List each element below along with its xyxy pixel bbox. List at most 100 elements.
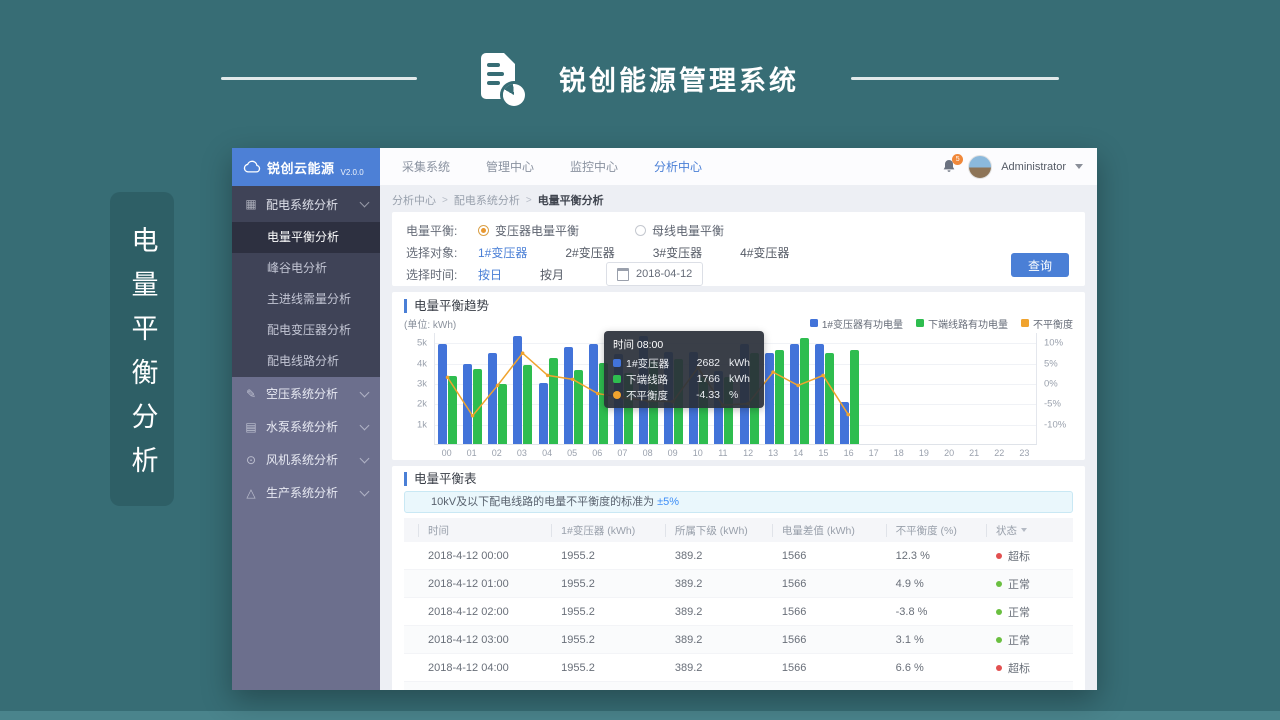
sidebar-group-1[interactable]: ▦配电系统分析 [232, 186, 380, 222]
radio-option[interactable]: 变压器电量平衡 [478, 222, 579, 239]
tooltip-marker [613, 375, 621, 383]
sidebar-group-3[interactable]: ▤水泵系统分析 [232, 410, 380, 443]
x-axis-label: 04 [538, 448, 556, 458]
sidebar-group-label: 生产系统分析 [266, 484, 338, 501]
column-header-1: 时间 [404, 518, 551, 542]
top-nav: 采集系统 管理中心 监控中心 分析中心 [402, 158, 702, 175]
sidebar-item[interactable]: 配电线路分析 [232, 346, 380, 377]
nav-item-2[interactable]: 管理中心 [486, 158, 534, 175]
date-picker[interactable]: 2018-04-12 [606, 262, 703, 286]
radio-option[interactable]: 母线电量平衡 [635, 222, 724, 239]
filter-caret-icon[interactable] [1021, 528, 1027, 532]
chart-plot[interactable]: 时间 08:00 1#变压器2682kWh下端线路1766kWh不平衡度-4.3… [434, 333, 1037, 445]
document-pen-icon [481, 53, 521, 103]
imbalance-cell: 3.1 % [886, 626, 986, 654]
warning-icon: △ [244, 486, 258, 500]
tooltip-value: 1766 [697, 373, 720, 385]
object-option[interactable]: 2#变压器 [565, 244, 614, 261]
sidebar-group-label: 配电系统分析 [266, 196, 338, 213]
diff-cell: 1566 [772, 654, 886, 682]
diff-cell: 1566 [772, 626, 886, 654]
legend-label: 不平衡度 [1033, 316, 1073, 331]
chevron-down-icon [360, 420, 370, 430]
x-axis-label: 12 [739, 448, 757, 458]
sidebar-group-4[interactable]: ⊙风机系统分析 [232, 443, 380, 476]
time-cell: 2018-4-12 02:00 [404, 598, 551, 626]
app-version: V2.0.0 [341, 168, 364, 177]
calendar-icon [617, 268, 629, 281]
status-text: 超标 [1008, 551, 1030, 563]
x-axis-label: 03 [513, 448, 531, 458]
column-header-6[interactable]: 状态 [986, 518, 1073, 542]
imbalance-cell: 6.6 % [886, 654, 986, 682]
notice-highlight: ±5% [657, 496, 679, 508]
legend-label: 1#变压器有功电量 [822, 316, 903, 331]
status-dot-icon [996, 637, 1002, 643]
breadcrumb-item[interactable]: 分析中心 [392, 192, 436, 208]
tooltip-unit: kWh [729, 373, 755, 385]
object-option[interactable]: 4#变压器 [740, 244, 789, 261]
object-option[interactable]: 3#变压器 [653, 244, 702, 261]
legend-item[interactable]: 不平衡度 [1021, 316, 1073, 331]
trend-chart-panel: 电量平衡趋势 (单位: kWh) 1#变压器有功电量下端线路有功电量不平衡度 时… [392, 292, 1085, 460]
query-button[interactable]: 查询 [1011, 253, 1069, 277]
notification-bell[interactable]: 5 [941, 158, 959, 176]
transformer-cell: 1955.2 [551, 542, 665, 570]
sidebar-group-label: 水泵系统分析 [266, 418, 338, 435]
time-option[interactable]: 按月 [540, 266, 564, 283]
column-header-text: 状态 [996, 523, 1017, 538]
status-cell: 超标 [986, 654, 1073, 682]
y-axis-tick-left: 2k [417, 399, 427, 410]
y-axis-tick-left: 4k [417, 358, 427, 369]
column-header-label: 所属下级 (kWh) [665, 524, 772, 537]
legend-swatch [1021, 319, 1029, 327]
sidebar-group-5[interactable]: △ 生产系统分析 [232, 476, 380, 509]
chevron-down-icon [360, 453, 370, 463]
object-options: 1#变压器 2#变压器 3#变压器 4#变压器 [478, 244, 827, 261]
nav-item-3[interactable]: 监控中心 [570, 158, 618, 175]
avatar[interactable] [968, 155, 992, 179]
x-axis-label: 21 [965, 448, 983, 458]
sidebar-group-label: 空压系统分析 [266, 385, 338, 402]
radio-label: 变压器电量平衡 [495, 222, 579, 239]
breadcrumb-separator: > [526, 195, 532, 206]
nav-item-4[interactable]: 分析中心 [654, 158, 702, 175]
slide-vertical-label: 电量平衡分析 [110, 192, 174, 506]
x-axis-label: 07 [613, 448, 631, 458]
balance-radio-group: 变压器电量平衡 母线电量平衡 [478, 222, 780, 239]
app-name: 锐创云能源 [267, 158, 335, 177]
main-content: 分析中心>配电系统分析>电量平衡分析 电量平衡: 变压器电量平衡母线电量平衡 选… [380, 186, 1097, 690]
x-axis-label: 01 [463, 448, 481, 458]
time-option[interactable]: 按日 [478, 266, 502, 283]
tooltip-row: 下端线路1766kWh [613, 371, 755, 387]
tooltip-marker [613, 391, 621, 399]
legend-item[interactable]: 下端线路有功电量 [916, 316, 1008, 331]
sidebar-item[interactable]: 电量平衡分析 [232, 222, 380, 253]
sidebar-group-2[interactable]: ✎空压系统分析 [232, 377, 380, 410]
imbalance-cell: 12.3 % [886, 542, 986, 570]
downstream-cell: 389.2 [665, 654, 772, 682]
downstream-cell: 389.2 [665, 682, 772, 691]
tooltip-value: -4.33 [696, 389, 720, 401]
sidebar-item[interactable]: 主进线需量分析 [232, 284, 380, 315]
user-menu-caret-icon[interactable] [1075, 164, 1083, 169]
balance-table-title: 电量平衡表 [404, 472, 1073, 486]
slide-header: 锐创能源管理系统 [0, 42, 1280, 114]
radio-icon [635, 225, 646, 236]
nav-item-1[interactable]: 采集系统 [402, 158, 450, 175]
sidebar-item[interactable]: 配电变压器分析 [232, 315, 380, 346]
column-header-text: 时间 [428, 523, 449, 538]
column-header-5: 不平衡度 (%) [886, 518, 986, 542]
x-axis-label: 15 [814, 448, 832, 458]
status-dot-icon [996, 609, 1002, 615]
sidebar-item[interactable]: 峰谷电分析 [232, 253, 380, 284]
tooltip-value: 2682 [697, 357, 720, 369]
y-axis-tick-right: 5% [1044, 358, 1058, 369]
imbalance-cell: 0.9 % [886, 682, 986, 691]
legend-item[interactable]: 1#变压器有功电量 [810, 316, 903, 331]
object-option[interactable]: 1#变压器 [478, 244, 527, 261]
table-row: 2018-4-12 01:001955.2389.215664.9 %正常 [404, 570, 1073, 598]
balance-table: 时间1#变压器 (kWh)所属下级 (kWh)电量差值 (kWh)不平衡度 (%… [404, 518, 1073, 690]
app-logo[interactable]: 锐创云能源 V2.0.0 [232, 148, 380, 186]
breadcrumb-item[interactable]: 配电系统分析 [454, 192, 520, 208]
